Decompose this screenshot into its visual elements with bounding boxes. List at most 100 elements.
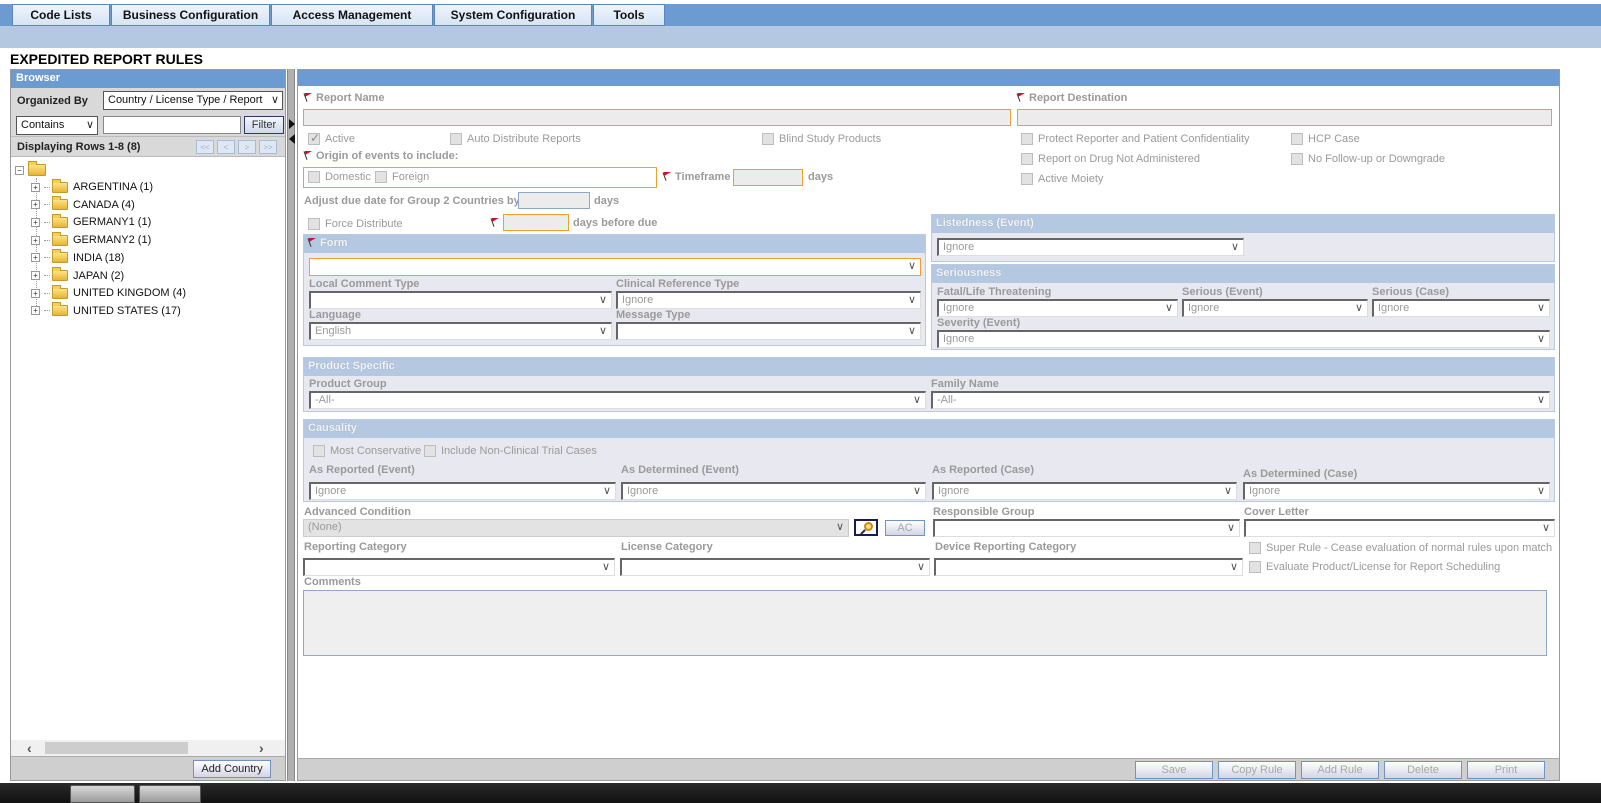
- timeframe-input[interactable]: [733, 169, 803, 186]
- most-conservative-checkbox[interactable]: Most Conservative: [313, 445, 421, 457]
- listedness-select[interactable]: Ignore ∨: [937, 238, 1244, 256]
- auto-distribute-checkbox[interactable]: Auto Distribute Reports: [450, 133, 581, 145]
- add-rule-button[interactable]: Add Rule: [1301, 761, 1379, 779]
- license-category-select[interactable]: ∨: [620, 558, 930, 576]
- checkbox-icon[interactable]: [308, 131, 320, 145]
- active-moiety-checkbox[interactable]: Active Moiety: [1021, 173, 1103, 185]
- responsible-group-select[interactable]: ∨: [933, 519, 1240, 537]
- expand-icon[interactable]: +: [31, 288, 40, 298]
- scroll-left-icon[interactable]: ‹: [27, 740, 32, 756]
- tree-item-label[interactable]: INDIA (18): [73, 252, 124, 264]
- family-name-select[interactable]: -All- ∨: [931, 391, 1550, 409]
- filter-mode-select[interactable]: Contains ∨: [16, 116, 98, 135]
- serious-event-select[interactable]: Ignore ∨: [1182, 299, 1368, 317]
- expand-icon[interactable]: +: [31, 182, 40, 192]
- expand-icon[interactable]: +: [31, 253, 40, 263]
- pager-last-button[interactable]: >>: [259, 140, 277, 154]
- tree-item[interactable]: + JAPAN (2): [31, 267, 124, 284]
- checkbox-icon[interactable]: [308, 218, 320, 230]
- checkbox-icon[interactable]: [1249, 542, 1261, 554]
- no-followup-checkbox[interactable]: No Follow-up or Downgrade: [1291, 153, 1445, 165]
- blind-study-checkbox[interactable]: Blind Study Products: [762, 133, 881, 145]
- pager-first-button[interactable]: <<: [196, 140, 214, 154]
- checkbox-icon[interactable]: [1021, 173, 1033, 185]
- delete-button[interactable]: Delete: [1384, 761, 1462, 779]
- as-reported-case-select[interactable]: Ignore ∨: [932, 482, 1237, 500]
- as-determined-case-select[interactable]: Ignore ∨: [1243, 482, 1550, 500]
- advanced-condition-search-button[interactable]: [854, 519, 878, 536]
- drug-not-administered-checkbox[interactable]: Report on Drug Not Administered: [1021, 153, 1200, 165]
- form-select[interactable]: ∨: [309, 258, 921, 276]
- tree-root[interactable]: −: [15, 161, 51, 178]
- checkbox-icon[interactable]: [1249, 561, 1261, 573]
- language-select[interactable]: English ∨: [309, 322, 612, 340]
- filter-text-input[interactable]: [103, 116, 241, 134]
- serious-case-select[interactable]: Ignore ∨: [1372, 299, 1550, 317]
- as-determined-event-select[interactable]: Ignore ∨: [621, 482, 926, 500]
- tree-item-label[interactable]: UNITED KINGDOM (4): [73, 287, 186, 299]
- scrollbar-thumb[interactable]: [45, 742, 188, 754]
- fatal-select[interactable]: Ignore ∨: [937, 299, 1178, 317]
- adjust-due-input[interactable]: [518, 192, 590, 209]
- expand-icon[interactable]: +: [31, 235, 40, 245]
- force-distribute-checkbox[interactable]: Force Distribute: [308, 218, 403, 230]
- taskbar-item[interactable]: [139, 785, 201, 803]
- active-checkbox[interactable]: Active: [308, 131, 355, 145]
- expand-icon[interactable]: +: [31, 306, 40, 316]
- tree-item-label[interactable]: GERMANY2 (1): [73, 234, 151, 246]
- tree-item[interactable]: + CANADA (4): [31, 196, 135, 213]
- report-destination-input[interactable]: [1017, 109, 1552, 126]
- pager-next-button[interactable]: >: [238, 140, 256, 154]
- scroll-right-icon[interactable]: ›: [259, 740, 264, 756]
- checkbox-icon[interactable]: [1021, 133, 1033, 145]
- filter-button[interactable]: Filter: [244, 116, 284, 134]
- checkbox-icon[interactable]: [375, 171, 387, 183]
- save-button[interactable]: Save: [1135, 761, 1213, 779]
- organized-by-select[interactable]: Country / License Type / Report ∨: [103, 91, 283, 110]
- panel-splitter[interactable]: [287, 69, 295, 781]
- message-type-select[interactable]: ∨: [616, 322, 921, 340]
- tree-item[interactable]: + GERMANY2 (1): [31, 231, 151, 248]
- domestic-checkbox[interactable]: Domestic: [308, 171, 371, 183]
- reporting-category-select[interactable]: ∨: [303, 558, 615, 576]
- menu-access-management[interactable]: Access Management: [271, 4, 433, 26]
- horizontal-scrollbar[interactable]: ‹ ›: [11, 740, 285, 756]
- collapse-icon[interactable]: −: [15, 165, 24, 175]
- tree-item[interactable]: + UNITED STATES (17): [31, 302, 181, 319]
- tree-item[interactable]: + INDIA (18): [31, 249, 124, 266]
- local-comment-type-select[interactable]: ∨: [309, 291, 612, 309]
- cover-letter-select[interactable]: ∨: [1244, 519, 1555, 537]
- checkbox-icon[interactable]: [762, 133, 774, 145]
- report-name-input[interactable]: [303, 109, 1011, 126]
- protect-reporter-checkbox[interactable]: Protect Reporter and Patient Confidentia…: [1021, 133, 1250, 145]
- foreign-checkbox[interactable]: Foreign: [375, 171, 429, 183]
- print-button[interactable]: Print: [1467, 761, 1545, 779]
- hcp-case-checkbox[interactable]: HCP Case: [1291, 133, 1360, 145]
- add-country-button[interactable]: Add Country: [193, 760, 271, 778]
- menu-system-configuration[interactable]: System Configuration: [434, 4, 592, 26]
- comments-textarea[interactable]: [303, 590, 1547, 656]
- tree-item[interactable]: + ARGENTINA (1): [31, 178, 153, 195]
- tree-item-label[interactable]: ARGENTINA (1): [73, 181, 153, 193]
- tree-item-label[interactable]: GERMANY1 (1): [73, 216, 151, 228]
- checkbox-icon[interactable]: [313, 445, 325, 457]
- days-before-due-input[interactable]: [503, 214, 569, 231]
- device-reporting-category-select[interactable]: ∨: [934, 558, 1243, 576]
- checkbox-icon[interactable]: [1291, 153, 1303, 165]
- expand-right-icon[interactable]: [289, 119, 295, 129]
- tree-item-label[interactable]: JAPAN (2): [73, 270, 124, 282]
- taskbar-item[interactable]: [70, 785, 135, 803]
- expand-icon[interactable]: +: [31, 217, 40, 227]
- tree-item-label[interactable]: UNITED STATES (17): [73, 305, 181, 317]
- checkbox-icon[interactable]: [308, 171, 320, 183]
- evaluate-product-license-checkbox[interactable]: Evaluate Product/License for Report Sche…: [1249, 561, 1500, 573]
- super-rule-checkbox[interactable]: Super Rule - Cease evaluation of normal …: [1249, 542, 1552, 554]
- menu-tools[interactable]: Tools: [593, 4, 665, 26]
- copy-rule-button[interactable]: Copy Rule: [1218, 761, 1296, 779]
- ac-button[interactable]: AC: [885, 520, 925, 536]
- checkbox-icon[interactable]: [1021, 153, 1033, 165]
- expand-icon[interactable]: +: [31, 200, 40, 210]
- tree-item[interactable]: + GERMANY1 (1): [31, 213, 151, 230]
- menu-business-configuration[interactable]: Business Configuration: [111, 4, 270, 26]
- collapse-left-icon[interactable]: [289, 134, 295, 144]
